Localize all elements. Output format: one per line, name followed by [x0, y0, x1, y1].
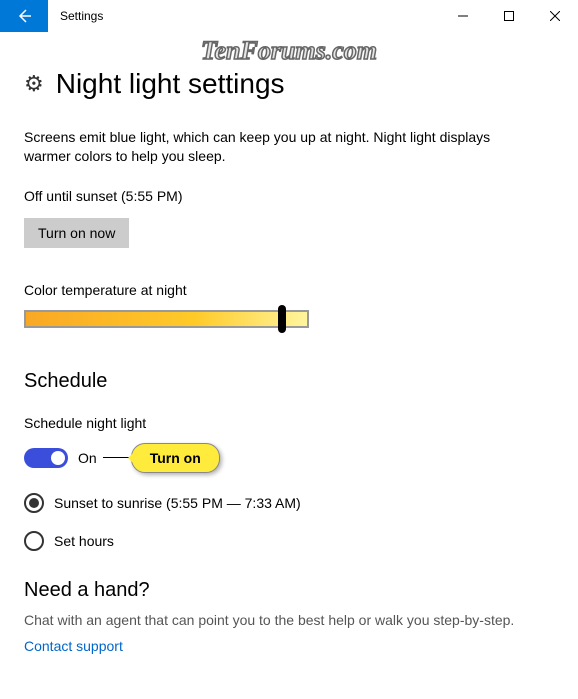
maximize-icon: [504, 11, 514, 21]
toggle-knob: [51, 451, 65, 465]
contact-support-link[interactable]: Contact support: [24, 638, 123, 654]
radio-sunset-sunrise[interactable]: Sunset to sunrise (5:55 PM — 7:33 AM): [24, 493, 554, 513]
radio-set-hours[interactable]: Set hours: [24, 531, 554, 551]
slider-thumb[interactable]: [278, 305, 286, 333]
radio-button-icon: [24, 493, 44, 513]
minimize-icon: [458, 11, 468, 21]
toggle-state-label: On: [78, 450, 97, 466]
schedule-toggle-label: Schedule night light: [24, 415, 554, 431]
status-text: Off until sunset (5:55 PM): [24, 188, 554, 204]
maximize-button[interactable]: [486, 0, 532, 32]
schedule-toggle[interactable]: [24, 448, 68, 468]
window-controls: [440, 0, 578, 32]
gear-icon: ⚙: [24, 71, 44, 97]
back-button[interactable]: [0, 0, 48, 32]
app-title: Settings: [60, 9, 103, 23]
callout-bubble: Turn on: [131, 443, 220, 473]
content-area: ⚙ Night light settings Screens emit blue…: [0, 32, 578, 656]
page-title: Night light settings: [56, 68, 285, 100]
color-temp-label: Color temperature at night: [24, 282, 554, 298]
back-arrow-icon: [16, 8, 32, 24]
close-button[interactable]: [532, 0, 578, 32]
radio-label: Sunset to sunrise (5:55 PM — 7:33 AM): [54, 495, 301, 511]
minimize-button[interactable]: [440, 0, 486, 32]
color-temp-slider[interactable]: [24, 310, 309, 328]
toggle-row: On Turn on: [24, 443, 554, 473]
turn-on-now-button[interactable]: Turn on now: [24, 218, 129, 248]
close-icon: [550, 11, 560, 21]
radio-button-icon: [24, 531, 44, 551]
title-bar: Settings: [0, 0, 578, 32]
help-text: Chat with an agent that can point you to…: [24, 612, 554, 628]
page-description: Screens emit blue light, which can keep …: [24, 128, 514, 166]
page-header: ⚙ Night light settings: [24, 68, 554, 100]
radio-label: Set hours: [54, 533, 114, 549]
watermark: TenForums.com: [201, 36, 377, 66]
help-heading: Need a hand?: [24, 579, 554, 602]
schedule-heading: Schedule: [24, 370, 554, 393]
callout-annotation: Turn on: [103, 443, 220, 473]
